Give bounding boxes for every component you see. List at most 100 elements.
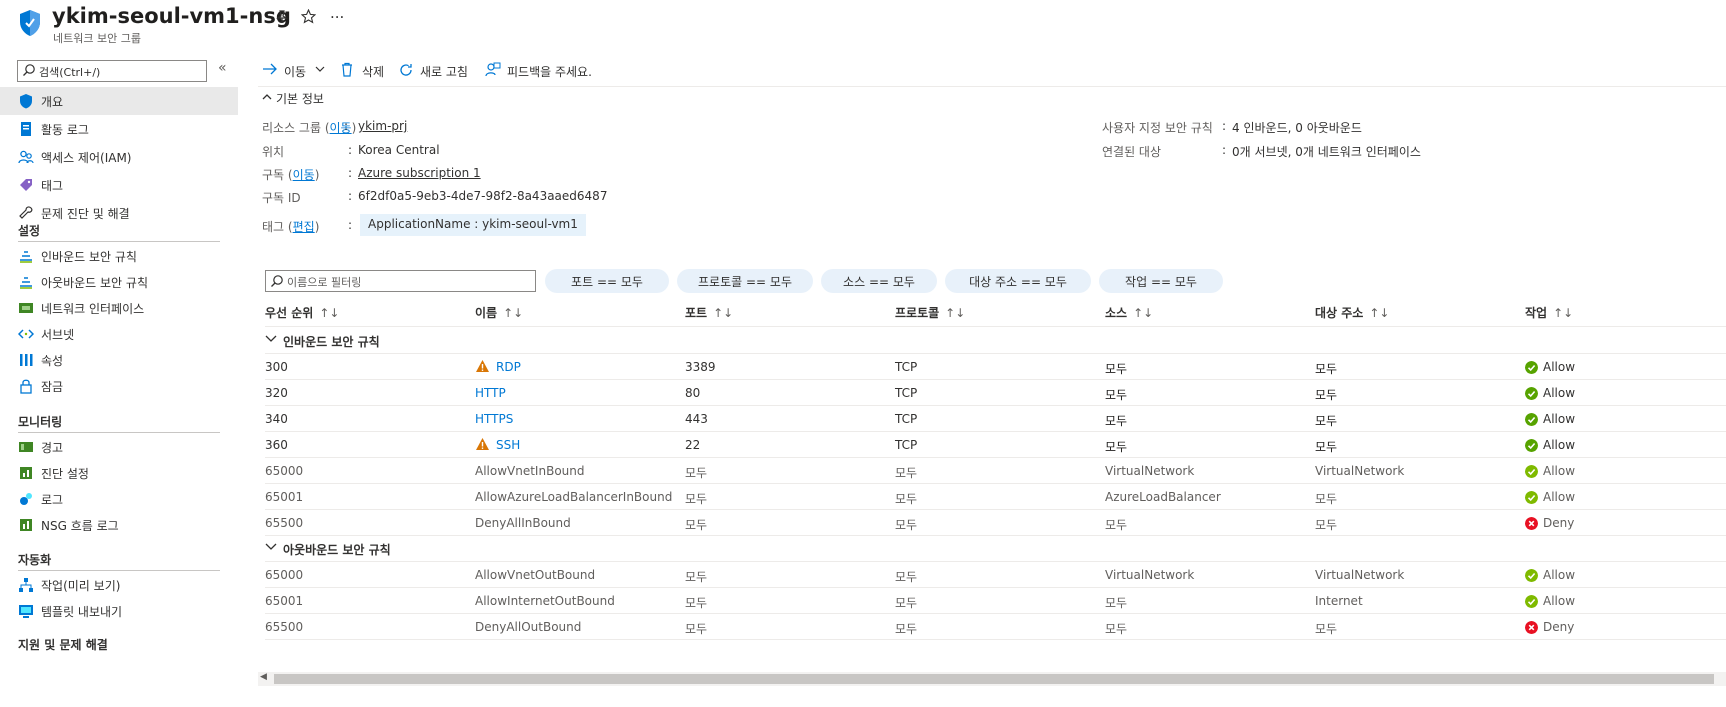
sort-arrows-icon[interactable]: ↑↓ (319, 306, 339, 320)
column-header-protocol[interactable]: 프로토콜 ↑↓ (895, 304, 965, 321)
sidebar-item-iam[interactable]: 액세스 제어(IAM) (0, 143, 238, 171)
table-row[interactable]: 360 SSH 22 TCP 모두 모두 Allow (240, 431, 1726, 457)
sort-arrows-icon[interactable]: ↑↓ (1133, 306, 1153, 320)
sidebar-item-network-interfaces[interactable]: 네트워크 인터페이스 (0, 294, 238, 322)
sort-arrows-icon[interactable]: ↑↓ (1553, 306, 1573, 320)
move-resource-group-link[interactable]: 이동 (330, 121, 352, 135)
colon: : (1222, 143, 1227, 157)
sidebar-item-tasks[interactable]: 작업(미리 보기) (0, 571, 238, 599)
collapse-menu-button[interactable]: « (218, 60, 227, 76)
sidebar-item-locks[interactable]: 잠금 (0, 372, 238, 400)
filter-pill-protocol[interactable]: 프로토콜 == 모두 (677, 269, 813, 293)
sidebar-item-inbound-rules[interactable]: 인바운드 보안 규칙 (0, 242, 238, 270)
sidebar-item-label: 태그 (41, 179, 64, 193)
tag-icon (20, 179, 32, 191)
table-row[interactable]: 320 HTTP 80 TCP 모두 모두 Allow (240, 379, 1726, 405)
table-row[interactable]: 65001 AllowAzureLoadBalancerInBound 모두 모두 Az… (240, 483, 1726, 509)
tag-chip[interactable]: ApplicationName : ykim-seoul-vm1 (360, 214, 586, 236)
table-row[interactable]: 65001 AllowInternetOutBound 모두 모두 모두 Internet… (240, 587, 1726, 613)
cell-priority: 65001 (265, 490, 304, 504)
allow-check-icon (1525, 491, 1538, 504)
table-row[interactable]: 65500 DenyAllOutBound 모두 모두 모두 모두 Deny (240, 613, 1726, 639)
cell-name: DenyAllOutBound (475, 620, 582, 634)
subscription-link[interactable]: Azure subscription 1 (358, 166, 481, 180)
filter-pill-source[interactable]: 소스 == 모두 (821, 269, 937, 293)
filter-pill-destination[interactable]: 대상 주소 == 모두 (945, 269, 1091, 293)
sort-arrows-icon[interactable]: ↑↓ (945, 306, 965, 320)
resource-group-link[interactable]: ykim-prj (358, 119, 407, 133)
cell-name[interactable]: SSH (496, 438, 520, 452)
page-title: ykim-seoul-vm1-nsg (52, 4, 291, 28)
page-subtitle: 네트워크 보안 그룹 (53, 32, 141, 45)
column-header-source[interactable]: 소스 ↑↓ (1105, 304, 1153, 321)
sidebar-item-alerts[interactable]: 경고 (0, 433, 238, 461)
sidebar-item-nsg-flow-logs[interactable]: NSG 흐름 로그 (0, 511, 238, 539)
filter-pill-action[interactable]: 작업 == 모두 (1099, 269, 1223, 293)
filter-pill-port[interactable]: 포트 == 모두 (545, 269, 669, 293)
horizontal-scrollbar[interactable]: ◀ (258, 672, 1726, 686)
column-header-priority[interactable]: 우선 순위 ↑↓ (265, 304, 339, 321)
table-row[interactable]: 65500 DenyAllInBound 모두 모두 모두 모두 Deny (240, 509, 1726, 535)
sidebar-section-monitoring: 모니터링 (18, 415, 63, 429)
table-row[interactable]: 65000 AllowVnetOutBound 모두 모두 VirtualNetwork… (240, 561, 1726, 587)
sidebar-item-logs[interactable]: 로그 (0, 485, 238, 513)
sort-arrows-icon[interactable]: ↑↓ (503, 306, 523, 320)
column-header-label: 우선 순위 (265, 306, 314, 320)
sidebar-item-overview[interactable]: 개요 (0, 87, 238, 115)
subscription-id-value: 6f2df0a5-9eb3-4de7-98f2-8a43aaed6487 (358, 189, 608, 203)
menu-search-input[interactable]: 검색(Ctrl+/) (17, 60, 207, 82)
cell-destination: 모두 (1315, 440, 1338, 454)
name-filter-input[interactable]: 이름으로 필터링 (265, 270, 536, 292)
move-subscription-link[interactable]: 이동 (293, 168, 315, 182)
properties-icon (20, 354, 33, 366)
column-header-name[interactable]: 이름 ↑↓ (475, 304, 523, 321)
scroll-left-icon[interactable]: ◀ (260, 672, 267, 682)
column-header-action[interactable]: 작업 ↑↓ (1525, 304, 1573, 321)
pin-icon[interactable] (275, 10, 289, 24)
edit-tags-link[interactable]: 편집 (293, 220, 315, 234)
sidebar-item-subnets[interactable]: 서브넷 (0, 320, 238, 348)
delete-button[interactable]: 삭제 (340, 60, 400, 82)
cell-port: 80 (685, 386, 701, 400)
scrollbar-thumb[interactable] (274, 674, 1714, 684)
sidebar-item-label: 액세스 제어(IAM) (41, 151, 132, 165)
location-value: Korea Central (358, 143, 440, 157)
column-header-label: 대상 주소 (1315, 306, 1364, 320)
colon: : (344, 119, 349, 133)
cell-destination: 모두 (1315, 492, 1338, 506)
cell-name[interactable]: HTTP (475, 386, 506, 400)
table-row[interactable]: 65000 AllowVnetInBound 모두 모두 VirtualNetwork V… (240, 457, 1726, 483)
sort-arrows-icon[interactable]: ↑↓ (713, 306, 733, 320)
move-button[interactable]: 이동 (262, 60, 332, 82)
refresh-button[interactable]: 새로 고침 (398, 60, 478, 82)
cell-name[interactable]: HTTPS (475, 412, 513, 426)
more-actions-button[interactable]: ... (330, 4, 344, 22)
feedback-button[interactable]: 피드백을 주세요. (485, 60, 605, 82)
star-icon[interactable] (301, 9, 316, 24)
cell-destination: 모두 (1315, 414, 1338, 428)
blade-header: ykim-seoul-vm1-nsg 네트워크 보안 그룹 ... (0, 0, 1726, 48)
allow-check-icon (1525, 465, 1538, 478)
sort-arrows-icon[interactable]: ↑↓ (1369, 306, 1389, 320)
column-header-label: 작업 (1525, 306, 1548, 320)
tags-label: 태그 (편집) (262, 220, 320, 234)
cell-protocol: TCP (895, 360, 918, 374)
sidebar-item-outbound-rules[interactable]: 아웃바운드 보안 규칙 (0, 268, 238, 296)
sidebar-item-properties[interactable]: 속성 (0, 346, 238, 374)
arrow-right-icon (263, 63, 277, 75)
column-header-destination[interactable]: 대상 주소 ↑↓ (1315, 304, 1389, 321)
table-row[interactable]: 300 RDP 3389 TCP 모두 모두 Allow (240, 353, 1726, 379)
sidebar-item-activity-log[interactable]: 활동 로그 (0, 115, 238, 143)
cell-name[interactable]: RDP (496, 360, 521, 374)
associated-label: 연결된 대상 (1102, 145, 1162, 159)
cell-port: 3389 (685, 360, 716, 374)
nic-icon (19, 303, 33, 313)
table-row[interactable]: 340 HTTPS 443 TCP 모두 모두 Allow (240, 405, 1726, 431)
sidebar-item-tags[interactable]: 태그 (0, 171, 238, 199)
column-header-port[interactable]: 포트 ↑↓ (685, 304, 733, 321)
sidebar-item-export-template[interactable]: 템플릿 내보내기 (0, 597, 238, 625)
column-header-label: 이름 (475, 306, 498, 320)
sidebar-item-diagnostic-settings[interactable]: 진단 설정 (0, 459, 238, 487)
sidebar-item-label: 네트워크 인터페이스 (41, 302, 145, 316)
feedback-label: 피드백을 주세요. (507, 65, 592, 79)
